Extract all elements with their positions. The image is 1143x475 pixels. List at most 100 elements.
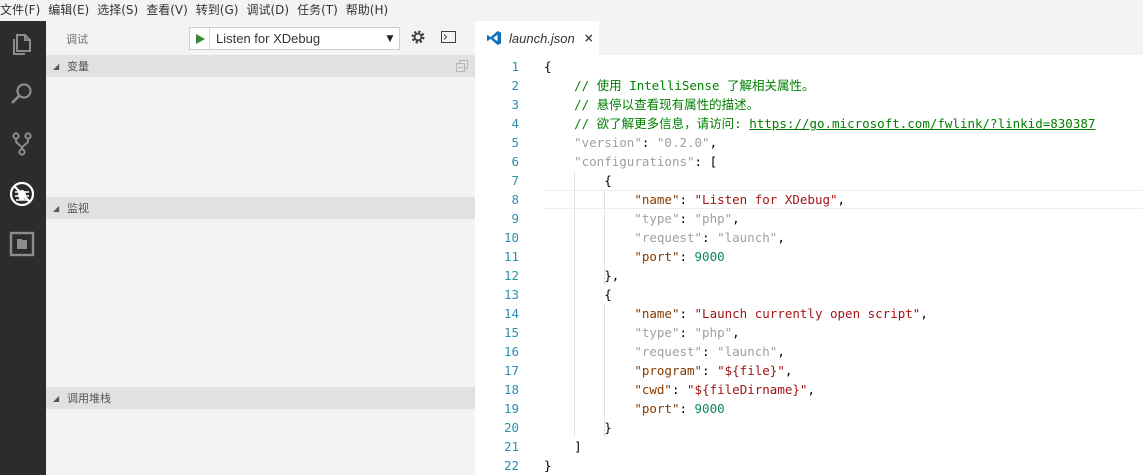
code-text: "type": "php", [544,209,740,228]
call-stack-title: 调用堆栈 [67,392,111,405]
line-number: 9 [511,211,519,226]
code-token: : [702,230,718,245]
debug-icon[interactable] [8,180,36,208]
code-token: : [671,382,688,397]
code-token: 9000 [694,249,725,264]
code-text: ] [544,437,582,456]
code-text: "program": "${file}", [544,361,792,380]
debug-sidebar: 调试 Listen for XDebug ▼ ◢ 变量 ◢ 监视 ◢ 调用堆栈 [46,21,475,475]
close-icon[interactable]: × [584,31,594,45]
code-token: : [702,344,718,359]
code-token: "${fileDirname}" [687,382,808,397]
tab-label: launch.json [509,30,575,46]
code-text: { [544,171,612,190]
line-number: 14 [503,306,519,321]
code-line: 8 "name": "Listen for XDebug", [475,190,1143,209]
extensions-icon[interactable] [8,230,36,258]
code-token: "version" [574,135,642,150]
collapse-all-icon[interactable] [456,60,468,72]
code-token: { [544,287,612,302]
doc-link[interactable]: https://go.microsoft.com/fwlink/?linkid=… [749,116,1095,131]
line-number: 3 [511,97,519,112]
code-token: : [679,325,695,340]
start-debugging-button[interactable] [190,28,210,49]
menu-item[interactable]: 任务(T) [295,0,344,21]
code-token: "${file}" [717,363,785,378]
code-line: 21 ] [475,437,1143,456]
code-token: "launch" [717,344,778,359]
line-number: 10 [503,230,519,245]
tab-launch-json[interactable]: launch.json × [475,21,599,55]
menu-item[interactable]: 转到(G) [194,0,245,21]
code-text: } [544,456,552,475]
menu-item[interactable]: 选择(S) [95,0,144,21]
code-text: } [544,418,612,437]
chevron-down-icon: ▼ [386,33,394,44]
variables-title: 变量 [67,60,89,73]
watch-section-header[interactable]: ◢ 监视 [46,197,475,219]
debug-configuration-select[interactable]: Listen for XDebug ▼ [189,27,400,50]
menu-item[interactable]: 编辑(E) [46,0,95,21]
code-token: "port" [634,249,680,264]
gear-icon[interactable] [410,29,426,45]
line-number: 1 [511,59,519,74]
line-number: 22 [503,458,519,473]
debug-console-icon[interactable] [441,31,456,43]
menu-item[interactable]: 调试(D) [244,0,295,21]
code-token: , [777,344,785,359]
code-text: "port": 9000 [544,247,725,266]
line-number: 19 [503,401,519,416]
line-number: 8 [511,192,519,207]
code-line: 20 } [475,418,1143,437]
caret-down-icon: ◢ [53,393,60,403]
caret-down-icon: ◢ [53,203,60,213]
code-text: // 悬停以查看现有属性的描述。 [544,95,759,114]
code-line: 16 "request": "launch", [475,342,1143,361]
code-text: { [544,57,552,76]
debug-toolbar: 调试 Listen for XDebug ▼ [46,21,475,55]
code-token: } [544,420,612,435]
source-control-icon[interactable] [8,130,36,158]
code-line: 2 // 使用 IntelliSense 了解相关属性。 [475,76,1143,95]
menu-item[interactable]: 帮助(H) [344,0,394,21]
code-text: "type": "php", [544,323,739,342]
variables-section-header[interactable]: ◢ 变量 [46,55,475,77]
menu-item[interactable]: 查看(V) [144,0,194,21]
code-line: 14 "name": "Launch currently open script… [475,304,1143,323]
code-token: , [732,211,740,226]
code-text: "version": "0.2.0", [544,133,717,152]
code-text: // 欲了解更多信息，请访问: https://go.microsoft.com… [544,114,1095,133]
debug-title: 调试 [66,33,88,46]
code-token: , [784,363,793,378]
code-text: "configurations": [ [544,152,717,171]
code-text: { [544,285,612,304]
call-stack-section-header[interactable]: ◢ 调用堆栈 [46,387,475,409]
explorer-icon[interactable] [8,30,36,58]
line-number: 21 [503,439,519,454]
line-number: 11 [503,249,519,264]
code-token: { [544,59,552,74]
caret-down-icon: ◢ [53,61,60,71]
line-number: 7 [511,173,519,188]
code-editor[interactable]: 1{2 // 使用 IntelliSense 了解相关属性。 3 // 悬停以查看… [475,55,1143,475]
line-number: 12 [503,268,519,283]
code-text: "name": "Launch currently open script", [544,304,928,323]
code-token: "program" [634,363,703,378]
search-icon[interactable] [8,80,36,108]
activity-bar [0,21,46,475]
line-number: 13 [503,287,519,302]
code-line: 18 "cwd": "${fileDirname}", [475,380,1143,399]
code-token: : [ [694,154,718,169]
line-number: 16 [503,344,519,359]
menu-item[interactable]: 文件(F) [0,0,46,21]
code-line: 1{ [475,57,1143,76]
code-text: "port": 9000 [544,399,724,418]
code-line: 10 "request": "launch", [475,228,1143,247]
line-number: 17 [503,363,519,378]
play-icon [195,33,205,44]
code-token: "port" [634,401,680,416]
code-token: "configurations" [574,154,695,169]
code-token: : [679,306,695,321]
